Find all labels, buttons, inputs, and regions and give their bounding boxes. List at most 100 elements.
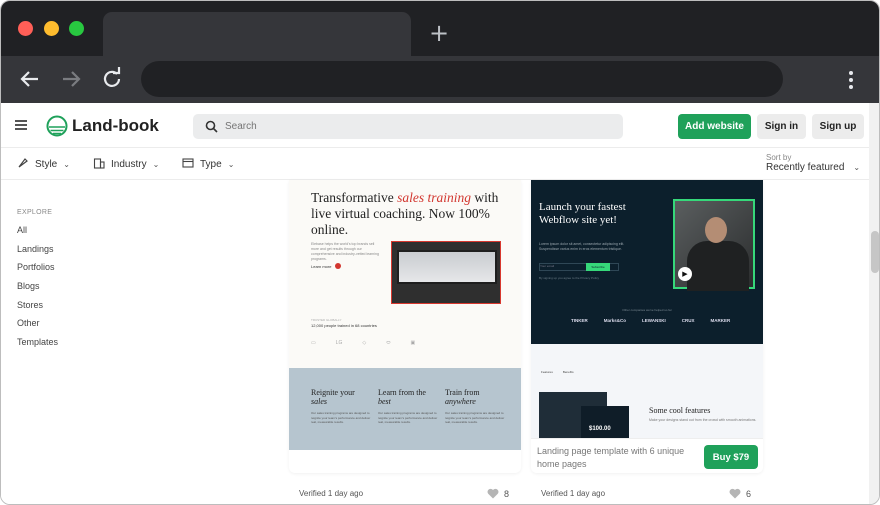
preview-body: Elebase helps the world's top brands sel… bbox=[311, 242, 379, 261]
preview-logos: ▭ LG ◇ ⬭ ▣ bbox=[311, 340, 415, 346]
preview-right-body: Make your designs stand out from the cro… bbox=[649, 418, 757, 422]
card-preview-bottom: Features Benefits $100.00 Some cool feat… bbox=[531, 344, 763, 442]
sidebar-item-stores[interactable]: Stores bbox=[17, 300, 58, 319]
heart-icon bbox=[729, 488, 741, 499]
building-icon bbox=[93, 157, 105, 172]
preview-logo: LG bbox=[335, 340, 343, 346]
card-preview-top: Transformative sales training with live … bbox=[289, 180, 521, 368]
preview-logo: ⬭ bbox=[386, 340, 391, 346]
column-body: Our sales training programs are designed… bbox=[445, 411, 505, 424]
preview-body: Lorem ipsum dolor sit amet, consectetur … bbox=[539, 242, 625, 251]
type-filter[interactable]: Type ⌄ bbox=[182, 157, 234, 172]
preview-small-text: By signing up you agree to the Privacy P… bbox=[539, 276, 600, 280]
like-count: 6 bbox=[745, 488, 751, 499]
sidebar-title: EXPLORE bbox=[17, 209, 53, 216]
preview-logo: TINKER bbox=[571, 318, 588, 323]
template-buy-bar: Landing page template with 6 unique home… bbox=[531, 438, 763, 473]
filter-bar: Style ⌄ Industry ⌄ Type ⌄ Sort by Recent… bbox=[1, 148, 869, 180]
verified-text: Verified 1 day ago bbox=[541, 489, 606, 498]
preview-logo: Marks&Co bbox=[603, 318, 627, 323]
website-card[interactable]: Transformative sales training with live … bbox=[289, 180, 521, 473]
preview-meta-small: TRUSTED GLOBALLY bbox=[311, 318, 342, 322]
preview-nav-item: Features bbox=[541, 370, 553, 374]
browser-window: + Land-book Search Add website Sign in S… bbox=[0, 0, 880, 505]
chevron-down-icon: ⌄ bbox=[63, 160, 70, 169]
like-button[interactable]: 8 bbox=[487, 488, 509, 499]
sidebar-item-templates[interactable]: Templates bbox=[17, 337, 58, 356]
add-website-button[interactable]: Add website bbox=[678, 114, 751, 139]
maximize-window-button[interactable] bbox=[69, 21, 84, 36]
column-heading: Learn from the bbox=[378, 388, 426, 397]
preview-cta: Learn more bbox=[311, 263, 342, 269]
preview-mockup-card bbox=[581, 406, 629, 440]
preview-headline: Launch your fastest Webflow site yet! bbox=[539, 201, 626, 226]
industry-filter-label: Industry bbox=[111, 159, 147, 170]
like-count: 8 bbox=[503, 488, 509, 499]
brush-icon bbox=[17, 157, 29, 172]
card-meta: Verified 1 day ago 6 bbox=[541, 488, 751, 499]
new-tab-plus-icon[interactable]: + bbox=[429, 21, 449, 45]
reload-icon[interactable] bbox=[99, 66, 125, 92]
preview-column: Reignite your sales Our sales training p… bbox=[311, 388, 371, 425]
preview-column: Train from anywhere Our sales training p… bbox=[445, 388, 505, 425]
preview-nav: Features Benefits bbox=[541, 370, 574, 374]
scrollbar-thumb[interactable] bbox=[871, 231, 879, 273]
sidebar-item-landings[interactable]: Landings bbox=[17, 244, 58, 263]
person-face bbox=[705, 217, 727, 243]
sidebar-item-blogs[interactable]: Blogs bbox=[17, 281, 58, 300]
minimize-window-button[interactable] bbox=[44, 21, 59, 36]
forward-arrow-icon[interactable] bbox=[58, 66, 84, 92]
industry-filter[interactable]: Industry ⌄ bbox=[93, 157, 159, 172]
preview-cta-label: Learn more bbox=[311, 263, 332, 269]
column-body: Our sales training programs are designed… bbox=[311, 411, 371, 424]
web-page: Land-book Add website Sign in Sign up St… bbox=[1, 103, 869, 504]
preview-logo: ▣ bbox=[410, 340, 416, 346]
buy-button[interactable]: Buy $79 bbox=[704, 445, 758, 469]
sort-dropdown[interactable]: Sort by Recently featured ⌄ bbox=[766, 153, 860, 173]
leaf-logo-icon bbox=[46, 115, 68, 137]
browser-chrome: + bbox=[1, 1, 879, 103]
like-button[interactable]: 6 bbox=[729, 488, 751, 499]
style-filter[interactable]: Style ⌄ bbox=[17, 157, 70, 172]
play-icon: ▶ bbox=[678, 267, 692, 281]
chevron-down-icon: ⌄ bbox=[152, 160, 160, 169]
preview-logo: CRUX bbox=[681, 318, 695, 323]
search-input[interactable] bbox=[225, 121, 605, 132]
hamburger-menu-icon[interactable] bbox=[15, 120, 27, 130]
preview-headline-text: Transformative bbox=[311, 190, 398, 205]
address-bar[interactable] bbox=[141, 61, 783, 97]
preview-right-title: Some cool features bbox=[649, 406, 711, 415]
back-arrow-icon[interactable] bbox=[17, 66, 43, 92]
person-body bbox=[687, 241, 749, 291]
column-heading: Train from bbox=[445, 388, 480, 397]
sort-label: Sort by bbox=[766, 153, 792, 162]
browser-tab[interactable] bbox=[103, 12, 411, 56]
website-card[interactable]: Launch your fastest Webflow site yet! Lo… bbox=[531, 180, 763, 473]
column-heading-emphasis: anywhere bbox=[445, 397, 476, 406]
preview-logo: ▭ bbox=[311, 340, 316, 346]
sidebar-item-all[interactable]: All bbox=[17, 225, 58, 244]
preview-column: Learn from the best Our sales training p… bbox=[378, 388, 438, 425]
close-window-button[interactable] bbox=[18, 21, 33, 36]
card-preview-bottom: Reignite your sales Our sales training p… bbox=[289, 368, 521, 450]
preview-subscribe-button: Subscribe bbox=[586, 263, 610, 271]
sign-in-button[interactable]: Sign in bbox=[757, 114, 806, 139]
site-logo[interactable]: Land-book bbox=[46, 115, 159, 137]
preview-logo: ◇ bbox=[362, 340, 367, 346]
sidebar-item-other[interactable]: Other bbox=[17, 318, 58, 337]
logo-text: Land-book bbox=[72, 116, 159, 135]
style-filter-label: Style bbox=[35, 159, 58, 170]
preview-headline: Transformative sales training with live … bbox=[311, 190, 511, 238]
site-header: Land-book Add website Sign in Sign up bbox=[1, 103, 869, 148]
red-dot-icon bbox=[335, 263, 342, 269]
sign-up-button[interactable]: Sign up bbox=[812, 114, 864, 139]
scrollbar[interactable] bbox=[869, 103, 879, 504]
sidebar-item-portfolios[interactable]: Portfolios bbox=[17, 262, 58, 281]
window-icon bbox=[182, 157, 194, 172]
search-bar[interactable] bbox=[193, 114, 623, 139]
kebab-menu-icon[interactable] bbox=[843, 68, 859, 92]
verified-text: Verified 1 day ago bbox=[299, 489, 364, 498]
sort-value: Recently featured bbox=[766, 162, 845, 173]
browser-toolbar bbox=[1, 56, 879, 103]
column-heading: Reignite your bbox=[311, 388, 355, 397]
